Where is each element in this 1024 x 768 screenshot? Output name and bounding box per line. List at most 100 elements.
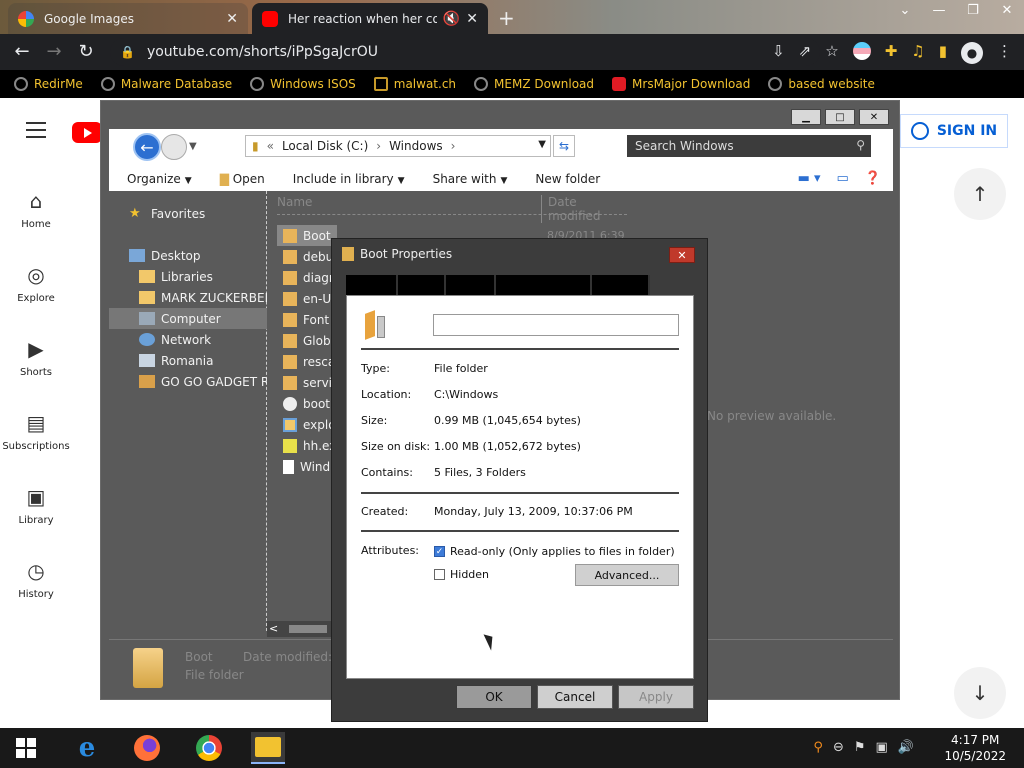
- horizontal-scrollbar[interactable]: <: [267, 621, 331, 637]
- bookmark-windows-isos[interactable]: Windows ISOS: [250, 77, 356, 91]
- hidden-checkbox[interactable]: Hidden: [434, 568, 489, 581]
- nav-item-favorites[interactable]: ★ Favorites: [109, 203, 267, 224]
- recent-pages-dropdown[interactable]: ▼: [189, 141, 197, 152]
- next-short-button[interactable]: ↓: [954, 667, 1006, 719]
- new-tab-button[interactable]: +: [498, 6, 515, 30]
- close-icon[interactable]: ✕: [466, 11, 478, 27]
- chevron-down-icon[interactable]: ⌄: [888, 0, 922, 20]
- preview-pane-icon[interactable]: ▭: [837, 171, 849, 186]
- organize-button[interactable]: Organize ▼: [127, 172, 192, 186]
- taskbar-clock[interactable]: 4:17 PM 10/5/2022: [944, 732, 1006, 764]
- sidebar-item-explore[interactable]: ◎ Explore: [0, 246, 72, 320]
- tab-google-images[interactable]: Google Images ✕: [8, 3, 248, 34]
- account-avatar[interactable]: ●: [961, 42, 983, 64]
- advanced-button[interactable]: Advanced...: [575, 564, 679, 586]
- readonly-checkbox[interactable]: ✓ Read-only (Only applies to files in fo…: [434, 545, 675, 558]
- maximize-button[interactable]: □: [825, 109, 855, 125]
- profile-flag-icon[interactable]: [852, 42, 871, 60]
- forward-button[interactable]: [161, 134, 187, 160]
- share-icon[interactable]: ⇗: [799, 42, 812, 64]
- bookmark-based-website[interactable]: based website: [768, 77, 875, 91]
- hamburger-menu-icon[interactable]: [26, 122, 46, 143]
- help-icon[interactable]: ❓: [865, 171, 881, 186]
- bookmark-star-icon[interactable]: ☆: [825, 42, 838, 64]
- bookmark-memz-download[interactable]: MEMZ Download: [474, 77, 594, 91]
- close-window-button[interactable]: ✕: [990, 0, 1024, 20]
- bookmark-mrsmajor-download[interactable]: MrsMajor Download: [612, 77, 750, 91]
- youtube-logo[interactable]: [72, 122, 102, 143]
- file-row-boot[interactable]: Boot: [277, 225, 337, 246]
- minimize-button[interactable]: ▁: [791, 109, 821, 125]
- previous-short-button[interactable]: ↑: [954, 168, 1006, 220]
- close-icon[interactable]: ✕: [226, 11, 238, 27]
- folder-name-field[interactable]: [433, 314, 679, 336]
- nav-item-libraries[interactable]: Libraries: [109, 266, 267, 287]
- network-icon[interactable]: ▣: [876, 740, 888, 755]
- view-options-icon[interactable]: ▬ ▾: [798, 171, 821, 186]
- tab[interactable]: [592, 275, 650, 295]
- apply-button[interactable]: Apply: [618, 685, 694, 709]
- menu-icon[interactable]: ⋮: [997, 42, 1012, 64]
- refresh-button[interactable]: ⇆: [553, 135, 575, 157]
- install-icon[interactable]: ⇩: [772, 42, 785, 64]
- nav-item-mark-zuckerberg[interactable]: MARK ZUCKERBERG: [109, 287, 267, 308]
- bookmark-malwatch[interactable]: malwat.ch: [373, 77, 456, 91]
- nav-item-romania[interactable]: Romania: [109, 350, 267, 371]
- restore-button[interactable]: ❐: [956, 0, 990, 20]
- nav-item-go-go-gadget[interactable]: GO GO GADGET RA: [109, 371, 267, 392]
- close-window-button[interactable]: ✕: [859, 109, 889, 125]
- include-in-library-button[interactable]: Include in library ▼: [293, 172, 405, 186]
- bookmark-redirme[interactable]: RedirMe: [14, 77, 83, 91]
- sidebar-item-shorts[interactable]: ▶ Shorts: [0, 320, 72, 394]
- back-button[interactable]: ←: [133, 133, 161, 161]
- back-button[interactable]: ←: [12, 42, 32, 62]
- bookmark-malware-database[interactable]: Malware Database: [100, 77, 232, 91]
- search-icon[interactable]: ⚲: [813, 740, 823, 755]
- tab-general[interactable]: [346, 275, 398, 295]
- sidebar-item-library[interactable]: ▣ Library: [0, 468, 72, 542]
- sidebar-item-home[interactable]: ⌂ Home: [0, 172, 72, 246]
- column-header-date[interactable]: Date modified: [541, 195, 627, 223]
- file-explorer-icon[interactable]: [251, 732, 285, 764]
- address-breadcrumb[interactable]: ▮ « Local Disk (C:) › Windows › ▼: [245, 135, 551, 157]
- new-folder-button[interactable]: New folder: [535, 172, 600, 186]
- flag-icon[interactable]: ⚑: [854, 740, 866, 755]
- tab[interactable]: [398, 275, 446, 295]
- property-created: Created: Monday, July 13, 2009, 10:37:06 …: [361, 505, 633, 518]
- sidebar-item-history[interactable]: ◷ History: [0, 542, 72, 616]
- notification-icon[interactable]: ⊖: [833, 740, 844, 755]
- share-with-button[interactable]: Share with ▼: [433, 172, 508, 186]
- tab[interactable]: [496, 275, 592, 295]
- forward-button[interactable]: →: [44, 42, 64, 62]
- tab-youtube-short[interactable]: Her reaction when her cousi 🔇 ✕: [252, 3, 488, 34]
- open-button[interactable]: ▇ Open: [220, 172, 265, 186]
- column-header-name[interactable]: Name: [277, 195, 312, 209]
- side-panel-icon[interactable]: ▮: [939, 42, 947, 64]
- reload-button[interactable]: ↻: [76, 42, 96, 62]
- nav-item-desktop[interactable]: Desktop: [109, 245, 267, 266]
- breadcrumb-windows[interactable]: Windows: [389, 139, 443, 153]
- sidebar-item-subscriptions[interactable]: ▤ Subscriptions: [0, 394, 72, 468]
- ok-button[interactable]: OK: [456, 685, 532, 709]
- volume-icon[interactable]: 🔊: [898, 740, 914, 755]
- cancel-button[interactable]: Cancel: [537, 685, 613, 709]
- minimize-button[interactable]: —: [922, 0, 956, 20]
- nav-item-network[interactable]: Network: [109, 329, 267, 350]
- dialog-close-button[interactable]: ✕: [669, 247, 695, 263]
- internet-explorer-icon[interactable]: e: [70, 732, 104, 764]
- mute-icon[interactable]: 🔇: [443, 11, 460, 27]
- scroll-thumb[interactable]: [289, 625, 327, 633]
- chevron-left-icon[interactable]: <: [269, 622, 278, 635]
- firefox-icon[interactable]: [130, 732, 164, 764]
- sign-in-button[interactable]: SIGN IN: [900, 114, 1008, 148]
- chrome-icon[interactable]: [192, 732, 226, 764]
- nav-item-computer[interactable]: Computer: [109, 308, 267, 329]
- search-input[interactable]: Search Windows ⚲: [627, 135, 871, 157]
- tab[interactable]: [446, 275, 496, 295]
- address-bar[interactable]: 🔒 youtube.com/shorts/iPpSgaJcrOU: [110, 38, 820, 66]
- breadcrumb-local-disk[interactable]: Local Disk (C:): [282, 139, 368, 153]
- start-button[interactable]: [16, 738, 36, 758]
- chevron-down-icon[interactable]: ▼: [538, 139, 546, 150]
- extensions-icon[interactable]: ✚: [885, 42, 898, 64]
- media-icon[interactable]: ♫: [911, 42, 924, 64]
